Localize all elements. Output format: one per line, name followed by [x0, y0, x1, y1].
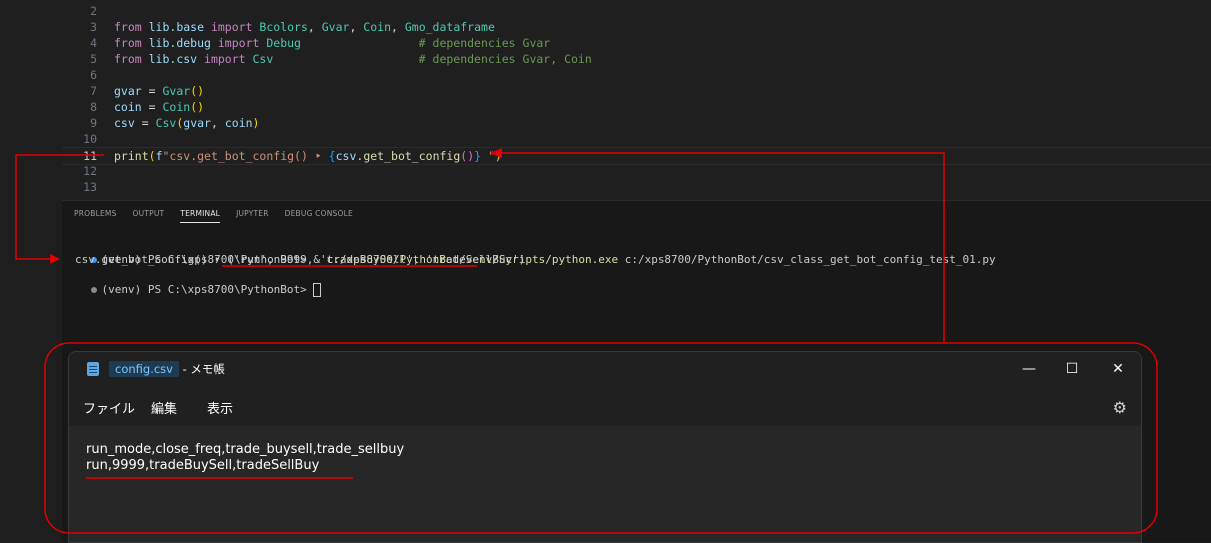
line-number: 6 [90, 68, 97, 82]
notepad-line-1: run_mode,close_freq,trade_buysell,trade_… [86, 442, 405, 457]
code-line[interactable]: 12 [62, 163, 1211, 179]
line-number: 11 [83, 149, 97, 163]
line-number: 3 [90, 20, 97, 34]
terminal-cursor [313, 283, 322, 297]
notepad-title: config.csv - メモ帳 [109, 361, 225, 377]
menu-file[interactable]: ファイル [83, 398, 135, 417]
notepad-app-name: - メモ帳 [178, 362, 225, 376]
line-number: 5 [90, 52, 97, 66]
code-line[interactable]: 6 [62, 67, 1211, 83]
minimize-icon[interactable]: — [1017, 358, 1041, 380]
line-number: 4 [90, 36, 97, 50]
code-text: csv = Csv(gvar, coin) [114, 116, 260, 130]
line-number: 10 [83, 132, 97, 146]
tab-jupyter[interactable]: JUPYTER [236, 209, 269, 223]
tab-debug-console[interactable]: DEBUG CONSOLE [285, 209, 353, 223]
notepad-file-name: config.csv [109, 361, 179, 377]
code-text: from lib.base import Bcolors, Gvar, Coin… [114, 20, 495, 34]
line-number: 8 [90, 100, 97, 114]
tab-output[interactable]: OUTPUT [133, 209, 165, 223]
tab-problems[interactable]: PROBLEMS [74, 209, 117, 223]
terminal-output-line: csv.get_bot_config() ‣ ('run', 9999, 'tr… [75, 253, 526, 266]
line-number: 12 [83, 164, 97, 178]
code-line[interactable]: 7 gvar = Gvar() [62, 83, 1211, 99]
tab-terminal[interactable]: TERMINAL [180, 209, 221, 223]
code-text: coin = Coin() [114, 100, 205, 114]
maximize-icon[interactable]: ☐ [1060, 358, 1084, 380]
terminal-cmd-arg: c:/xps8700/PythonBot/csv_class_get_bot_c… [618, 253, 996, 266]
activity-bar-strip [0, 0, 62, 541]
line-number: 9 [90, 116, 97, 130]
code-editor[interactable]: 2 3 from lib.base import Bcolors, Gvar, Co… [62, 0, 1211, 200]
line-number: 2 [90, 4, 97, 18]
code-line[interactable]: 5 from lib.csv import Csv # dependencies … [62, 51, 1211, 67]
menu-edit[interactable]: 編集 [151, 398, 177, 417]
notepad-line-2: run,9999,tradeBuySell,tradeSellBuy [86, 458, 320, 473]
code-line[interactable]: 4 from lib.debug import Debug # dependenc… [62, 35, 1211, 51]
menu-view[interactable]: 表示 [207, 398, 233, 417]
code-line[interactable]: 2 [62, 3, 1211, 19]
notepad-window: config.csv - メモ帳 — ☐ ✕ ファイル 編集 表示 ⚙ run_… [68, 351, 1142, 543]
notepad-menubar: ファイル 編集 表示 ⚙ [69, 386, 1141, 426]
terminal-prompt-line[interactable]: (venv) PS C:\xps8700\PythonBot> [64, 267, 322, 312]
code-text: from lib.csv import Csv # dependencies G… [114, 52, 592, 66]
code-text: gvar = Gvar() [114, 84, 205, 98]
code-line[interactable]: 13 [62, 179, 1211, 195]
code-line[interactable]: 3 from lib.base import Bcolors, Gvar, Coi… [62, 19, 1211, 35]
notepad-text-area[interactable]: run_mode,close_freq,trade_buysell,trade_… [69, 426, 1141, 542]
notepad-titlebar[interactable]: config.csv - メモ帳 — ☐ ✕ [69, 352, 1141, 386]
code-line[interactable]: 8 coin = Coin() [62, 99, 1211, 115]
line-number: 7 [90, 84, 97, 98]
code-line[interactable]: 9 csv = Csv(gvar, coin) [62, 115, 1211, 131]
code-text: print(f"csv.get_bot_config() ‣ {csv.get_… [114, 149, 502, 163]
code-line[interactable]: 10 [62, 131, 1211, 147]
panel-tabs: PROBLEMS OUTPUT TERMINAL JUPYTER DEBUG C… [74, 209, 353, 223]
prompt-status-icon [90, 287, 97, 293]
gear-icon[interactable]: ⚙ [1113, 398, 1127, 417]
notepad-icon [87, 362, 99, 376]
code-text: from lib.debug import Debug # dependenci… [114, 36, 551, 50]
line-number: 13 [83, 180, 97, 194]
terminal-prompt-2: (venv) PS C:\xps8700\PythonBot> [101, 283, 314, 296]
close-icon[interactable]: ✕ [1106, 358, 1130, 380]
